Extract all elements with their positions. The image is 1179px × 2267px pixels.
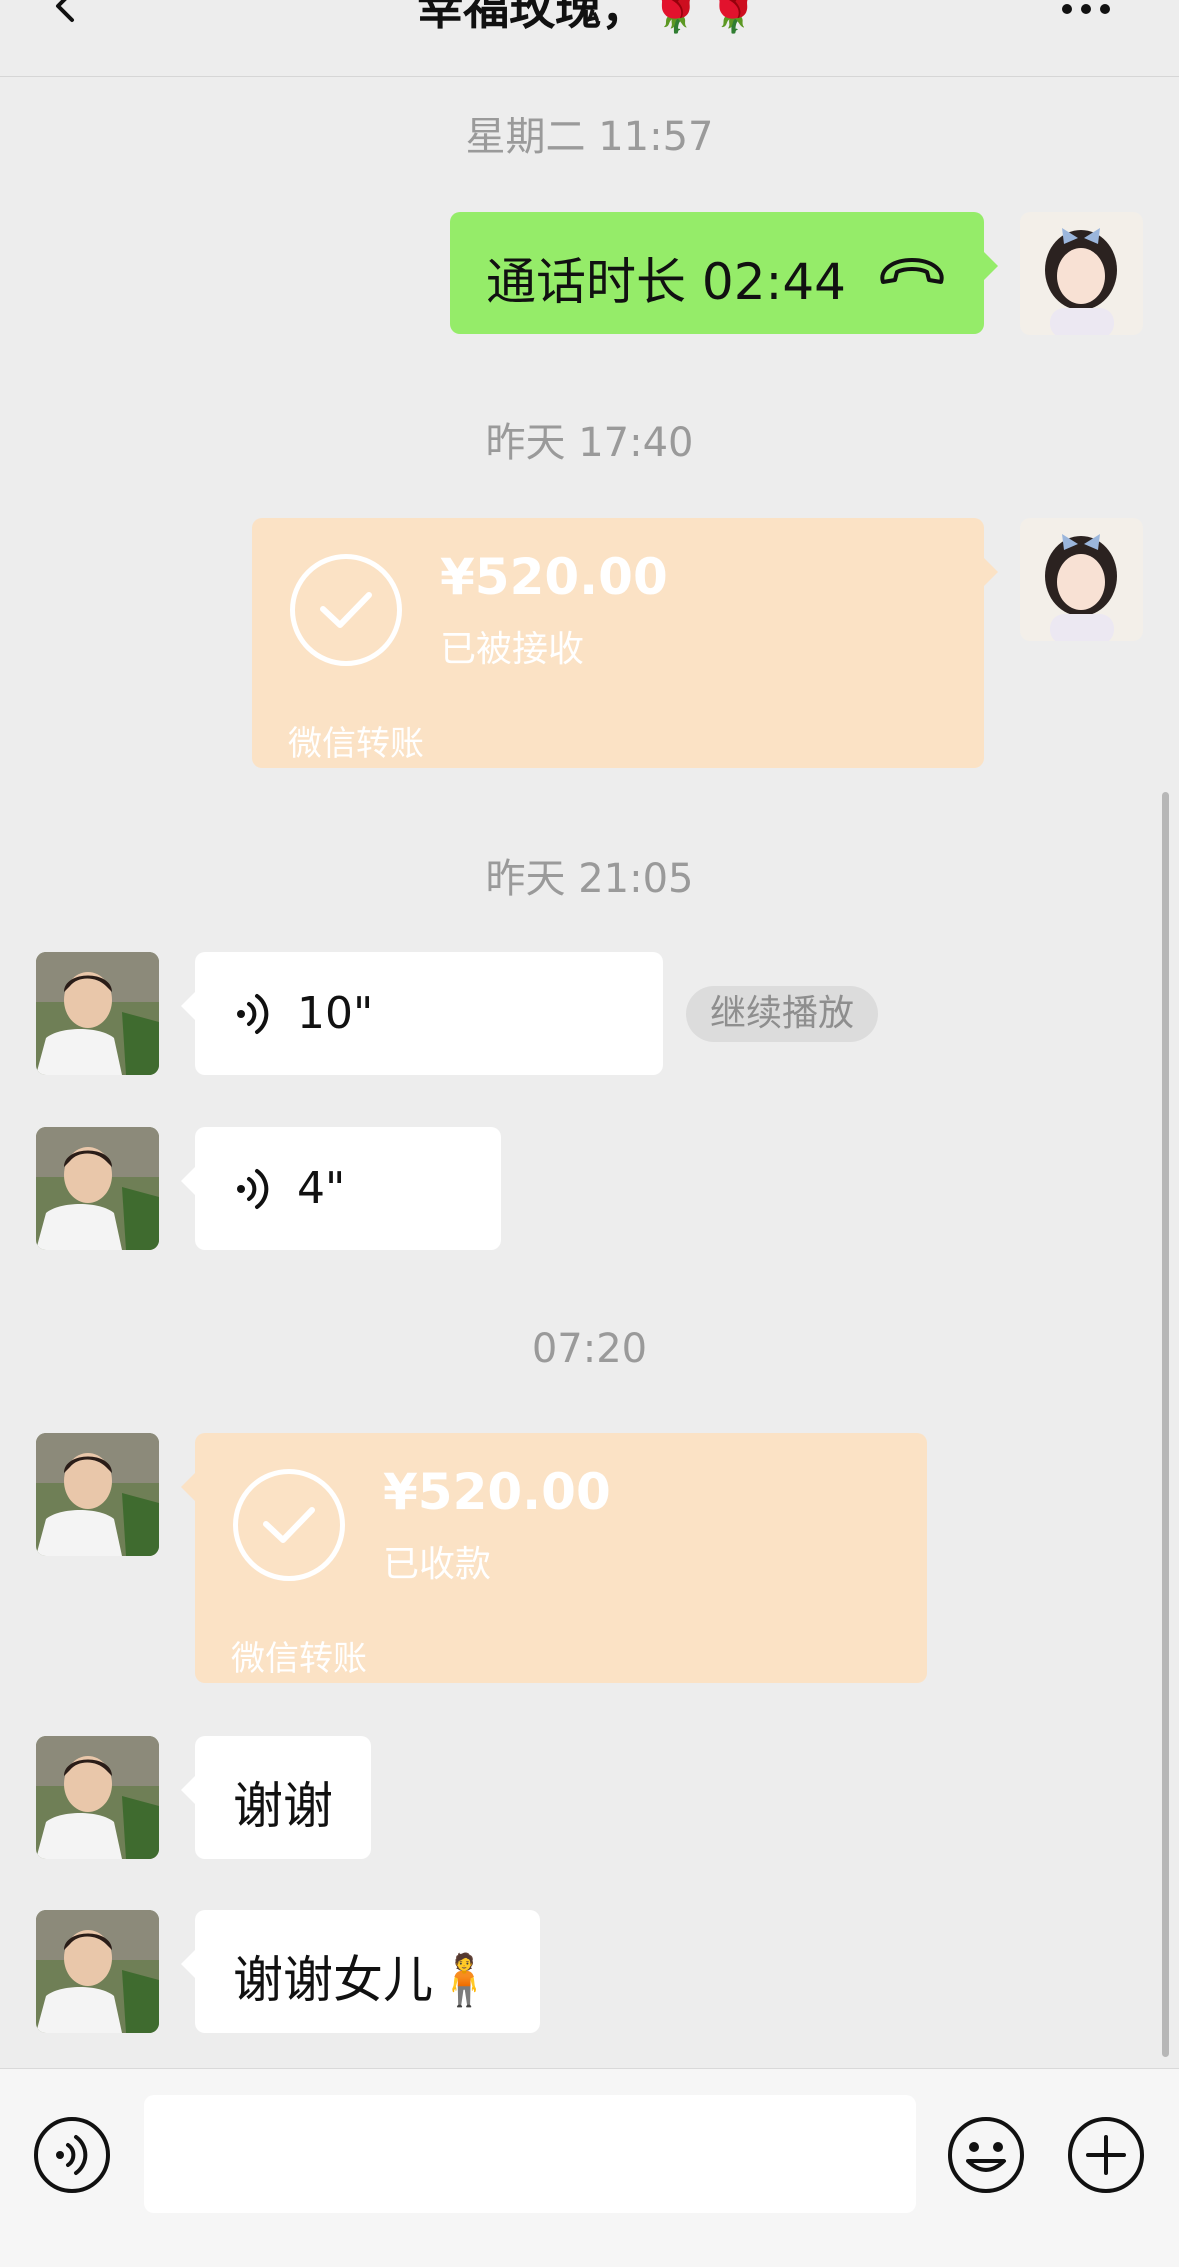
self-avatar[interactable] <box>1020 518 1143 641</box>
voice-duration: 4" <box>297 1163 346 1214</box>
transfer-status: 已收款 <box>383 1544 492 1585</box>
rose-emoji: 🌹🌹 <box>647 0 762 35</box>
voice-message-bubble[interactable]: 10" <box>181 952 663 1075</box>
timestamp: 07:20 <box>531 1326 648 1372</box>
message-input[interactable] <box>144 2095 916 2213</box>
self-avatar[interactable] <box>1020 212 1143 335</box>
voice-duration: 10" <box>297 988 374 1039</box>
contact-avatar[interactable] <box>36 1433 159 1556</box>
chat-title: 幸福玫瑰，🌹🌹 <box>0 0 1179 38</box>
transfer-brand-label: 微信转账 <box>288 724 424 764</box>
contact-avatar[interactable] <box>36 1127 159 1250</box>
check-icon <box>233 1469 345 1581</box>
text-message-bubble[interactable]: 谢谢女儿🧍 <box>181 1910 540 2033</box>
call-record-bubble[interactable]: 通话时长 02:44 <box>450 212 998 334</box>
text-message-bubble[interactable]: 谢谢 <box>181 1736 371 1859</box>
more-icon[interactable] <box>1062 4 1110 14</box>
message-text-content: 谢谢女儿 <box>233 1951 433 2009</box>
transfer-amount: ¥520.00 <box>440 548 668 606</box>
chat-header: 幸福玫瑰，🌹🌹 <box>0 0 1179 77</box>
voice-wave-icon <box>235 1167 269 1215</box>
transfer-card[interactable]: ¥520.00 已被接收 微信转账 <box>252 518 998 768</box>
phone-hangup-icon <box>875 254 949 294</box>
timestamp: 昨天 17:40 <box>485 420 694 466</box>
scrollbar[interactable] <box>1162 792 1169 2057</box>
timestamp: 昨天 21:05 <box>485 856 694 902</box>
contact-avatar[interactable] <box>36 1736 159 1859</box>
call-duration-label: 通话时长 02:44 <box>486 253 846 311</box>
message-text: 谢谢 <box>233 1777 333 1835</box>
transfer-status: 已被接收 <box>440 629 585 670</box>
continue-play-chip[interactable]: 继续播放 <box>686 986 879 1042</box>
contact-avatar[interactable] <box>36 1910 159 2033</box>
timestamp: 星期二 11:57 <box>465 114 714 160</box>
check-icon <box>290 554 402 666</box>
transfer-brand-label: 微信转账 <box>231 1639 367 1679</box>
input-bar <box>0 2068 1179 2267</box>
transfer-card[interactable]: ¥520.00 已收款 微信转账 <box>181 1433 927 1683</box>
emoji-icon[interactable] <box>946 2115 1026 2199</box>
chat-title-text: 幸福玫瑰， <box>417 0 648 35</box>
contact-avatar[interactable] <box>36 952 159 1075</box>
message-text: 谢谢女儿🧍 <box>233 1940 495 2012</box>
voice-wave-icon <box>235 992 269 1040</box>
person-emoji: 🧍 <box>433 1951 496 2009</box>
plus-icon[interactable] <box>1066 2115 1146 2199</box>
voice-input-icon[interactable] <box>32 2115 112 2199</box>
transfer-amount: ¥520.00 <box>383 1463 611 1521</box>
voice-message-bubble[interactable]: 4" <box>181 1127 501 1250</box>
